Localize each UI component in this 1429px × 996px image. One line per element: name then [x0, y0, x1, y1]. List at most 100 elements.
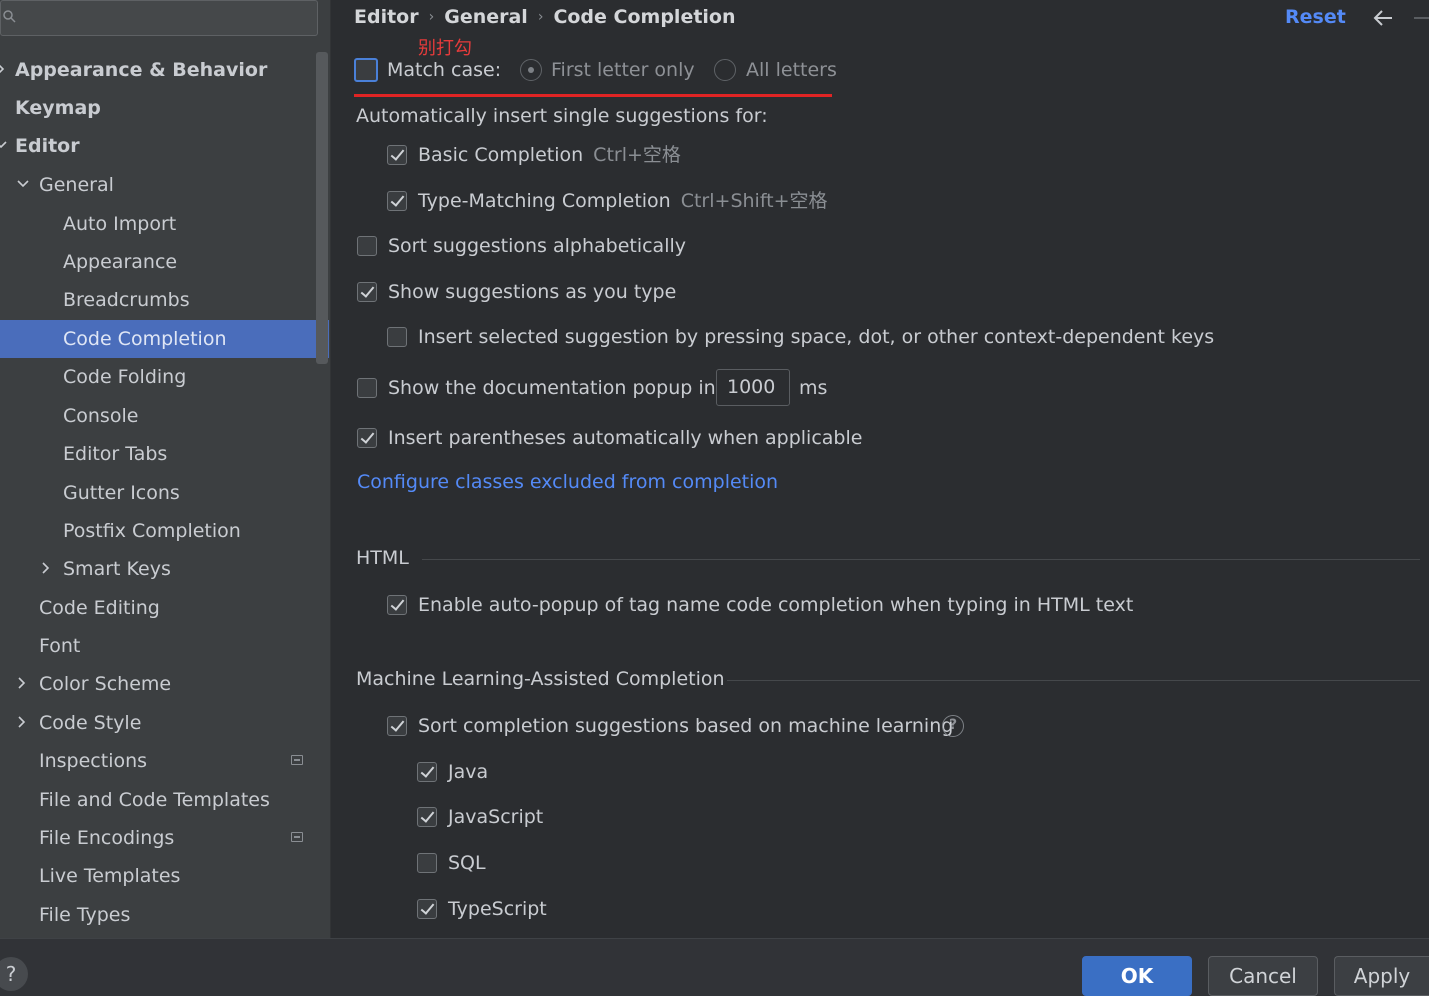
- basic-completion-checkbox[interactable]: [387, 145, 407, 165]
- match-case-label: Match case:: [387, 59, 502, 81]
- sort-ml-row: Sort completion suggestions based on mac…: [387, 713, 967, 739]
- tree-item-postfix-completion[interactable]: Postfix Completion: [0, 512, 329, 550]
- tree-item-label: Breadcrumbs: [63, 289, 190, 311]
- tree-item-label: Editor: [15, 135, 80, 157]
- tree-item-file-types[interactable]: File Types: [0, 896, 329, 934]
- tree-item-inspections[interactable]: Inspections: [0, 742, 329, 780]
- tree-item-live-templates[interactable]: Live Templates: [0, 857, 329, 895]
- breadcrumb-item[interactable]: General: [444, 6, 528, 28]
- reset-link[interactable]: Reset: [1285, 6, 1346, 28]
- tree-item-smart-keys[interactable]: Smart Keys: [0, 550, 329, 588]
- help-button[interactable]: ?: [0, 957, 28, 991]
- first-letter-label: First letter only: [551, 59, 695, 81]
- javascript-label: JavaScript: [448, 806, 544, 828]
- chevron-right-icon: [18, 716, 26, 728]
- chevron-down-icon: [0, 141, 7, 149]
- tree-item-label: File Types: [39, 904, 131, 926]
- html-auto-popup-checkbox[interactable]: [387, 595, 407, 615]
- all-letters-label: All letters: [746, 59, 837, 81]
- first-letter-radio[interactable]: [520, 59, 542, 81]
- settings-content: Editor › General › Code Completion Reset 别打勾…: [332, 0, 1429, 938]
- chevron-right-icon: [18, 677, 26, 689]
- tree-item-editor[interactable]: Editor: [0, 127, 329, 165]
- tree-item-label: General: [39, 174, 114, 196]
- project-settings-icon: [291, 832, 303, 842]
- tree-item-file-encodings[interactable]: File Encodings: [0, 819, 329, 857]
- forward-arrow-icon[interactable]: [1414, 8, 1429, 28]
- ok-button[interactable]: OK: [1082, 956, 1192, 996]
- section-divider: [727, 680, 1420, 681]
- tree-item-label: Font: [39, 635, 81, 657]
- dialog-footer: ? OK Cancel Apply: [0, 938, 1429, 996]
- sort-alpha-checkbox[interactable]: [357, 236, 377, 256]
- tree-item-general[interactable]: General: [0, 166, 329, 204]
- breadcrumb: Editor › General › Code Completion: [354, 6, 736, 28]
- basic-completion-shortcut: Ctrl+空格: [593, 144, 681, 166]
- typescript-checkbox[interactable]: [417, 899, 437, 919]
- search-icon: [3, 10, 16, 23]
- sort-ml-checkbox[interactable]: [387, 716, 407, 736]
- tree-item-color-scheme[interactable]: Color Scheme: [0, 665, 329, 703]
- tree-item-label: Keymap: [15, 97, 101, 119]
- html-auto-popup-label: Enable auto-popup of tag name code compl…: [418, 594, 1134, 616]
- tree-item-auto-import[interactable]: Auto Import: [0, 205, 329, 243]
- sort-ml-label: Sort completion suggestions based on mac…: [418, 715, 954, 737]
- project-settings-icon: [291, 755, 303, 765]
- show-as-type-label: Show suggestions as you type: [388, 281, 677, 303]
- parentheses-label: Insert parentheses automatically when ap…: [388, 427, 863, 449]
- tree-item-label: File and Code Templates: [39, 789, 270, 811]
- match-case-checkbox[interactable]: [354, 58, 378, 82]
- cancel-button[interactable]: Cancel: [1208, 956, 1318, 996]
- breadcrumb-separator-icon: ›: [537, 9, 544, 25]
- tree-item-code-completion[interactable]: Code Completion: [0, 320, 329, 358]
- chevron-down-icon: [17, 180, 29, 188]
- type-matching-checkbox[interactable]: [387, 191, 407, 211]
- configure-excluded-link[interactable]: Configure classes excluded from completi…: [357, 471, 778, 493]
- show-as-type-checkbox[interactable]: [357, 282, 377, 302]
- tree-item-label: Code Editing: [39, 597, 160, 619]
- tree-item-code-style[interactable]: Code Style: [0, 704, 329, 742]
- doc-popup-delay-input[interactable]: 1000: [716, 369, 790, 406]
- auto-insert-heading: Automatically insert single suggestions …: [356, 103, 768, 129]
- tree-item-font[interactable]: Font: [0, 627, 329, 665]
- javascript-checkbox[interactable]: [417, 807, 437, 827]
- tree-item-breadcrumbs[interactable]: Breadcrumbs: [0, 281, 329, 319]
- type-matching-shortcut: Ctrl+Shift+空格: [680, 190, 828, 212]
- tree-item-code-folding[interactable]: Code Folding: [0, 358, 329, 396]
- sidebar-scrollbar[interactable]: [316, 52, 328, 364]
- sort-alpha-label: Sort suggestions alphabetically: [388, 235, 687, 257]
- tree-item-keymap[interactable]: Keymap: [0, 89, 329, 127]
- search-input[interactable]: [0, 0, 318, 36]
- parentheses-checkbox[interactable]: [357, 428, 377, 448]
- tree-item-gutter-icons[interactable]: Gutter Icons: [0, 474, 329, 512]
- tree-item-label: Auto Import: [63, 213, 177, 235]
- tree-item-console[interactable]: Console: [0, 397, 329, 435]
- tree-item-label: Editor Tabs: [63, 443, 168, 465]
- doc-popup-checkbox[interactable]: [357, 378, 377, 398]
- tree-item-file-and-code-templates[interactable]: File and Code Templates: [0, 781, 329, 819]
- tree-item-label: Code Style: [39, 712, 142, 734]
- tree-item-appearance-behavior[interactable]: Appearance & Behavior: [0, 51, 329, 89]
- tree-item-label: Live Templates: [39, 865, 181, 887]
- doc-popup-label: Show the documentation popup in: [388, 377, 716, 399]
- chevron-right-icon: [42, 562, 50, 574]
- html-section-title: HTML: [356, 547, 409, 569]
- tree-item-label: Color Scheme: [39, 673, 172, 695]
- sql-checkbox[interactable]: [417, 853, 437, 873]
- breadcrumb-item[interactable]: Editor: [354, 6, 419, 28]
- java-checkbox[interactable]: [417, 762, 437, 782]
- java-label: Java: [448, 761, 489, 783]
- tree-item-label: Postfix Completion: [63, 520, 241, 542]
- tree-item-appearance[interactable]: Appearance: [0, 243, 329, 281]
- insert-selected-checkbox[interactable]: [387, 327, 407, 347]
- back-arrow-icon[interactable]: [1372, 8, 1394, 28]
- tree-item-label: Inspections: [39, 750, 148, 772]
- insert-selected-label: Insert selected suggestion by pressing s…: [418, 326, 1215, 348]
- tree-item-label: Smart Keys: [63, 558, 171, 580]
- chevron-right-icon: [0, 64, 5, 74]
- apply-button[interactable]: Apply: [1334, 956, 1429, 996]
- tree-item-editor-tabs[interactable]: Editor Tabs: [0, 435, 329, 473]
- help-icon[interactable]: ?: [942, 715, 964, 737]
- tree-item-code-editing[interactable]: Code Editing: [0, 589, 329, 627]
- all-letters-radio[interactable]: [714, 59, 736, 81]
